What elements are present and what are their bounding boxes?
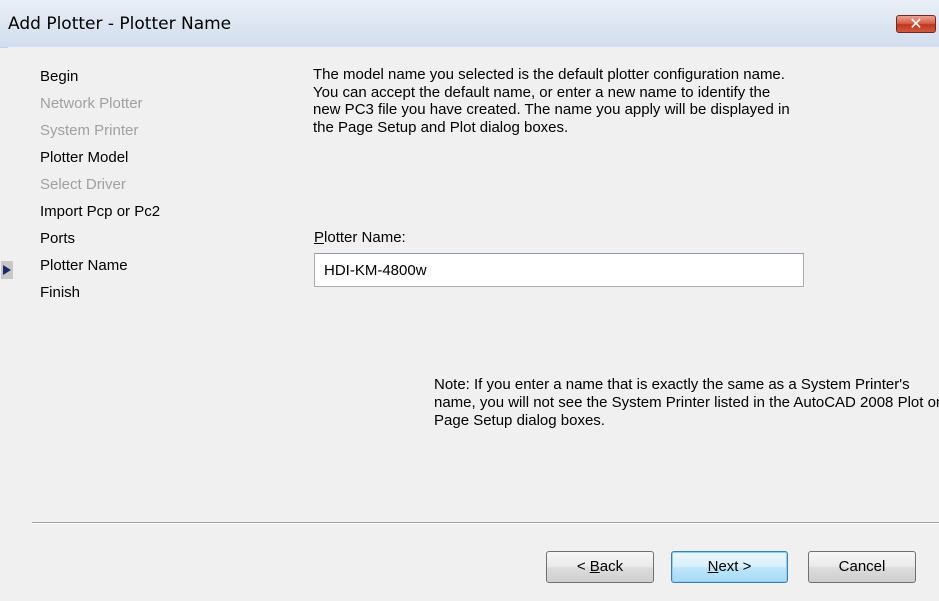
cancel-button[interactable]: Cancel (808, 551, 916, 583)
note-text: Note: If you enter a name that is exactl… (434, 376, 939, 429)
wizard-steps: Begin Network Plotter System Printer Plo… (40, 63, 160, 306)
step-select-driver: Select Driver (40, 176, 126, 193)
plotter-name-input[interactable] (314, 253, 804, 287)
next-rest: ext > (718, 558, 752, 575)
step-begin: Begin (40, 68, 79, 85)
mnemonic: P (314, 229, 325, 246)
plotter-name-label: Plotter Name: (314, 229, 406, 246)
step-system-printer: System Printer (40, 122, 139, 139)
step-plotter-model: Plotter Model (40, 149, 129, 166)
next-mnemonic: N (707, 558, 719, 575)
step-plotter-name: Plotter Name (40, 257, 128, 274)
next-button[interactable]: Next > (671, 551, 788, 583)
back-prefix: < (576, 558, 590, 575)
close-button[interactable]: ✕ (896, 14, 936, 33)
step-finish: Finish (40, 284, 81, 301)
dialog-body: Begin Network Plotter System Printer Plo… (1, 47, 939, 601)
separator (32, 522, 939, 524)
back-button[interactable]: < Back (546, 551, 654, 583)
close-icon: ✕ (909, 14, 923, 33)
step-network-plotter: Network Plotter (40, 95, 143, 112)
step-ports: Ports (40, 230, 76, 247)
arrow-right-icon (1, 261, 13, 279)
label-rest: lotter Name: (324, 229, 406, 246)
title-bar: Add Plotter - Plotter Name ✕ (0, 0, 939, 48)
step-import-pcp: Import Pcp or Pc2 (40, 203, 161, 220)
back-mnemonic: B (589, 558, 600, 575)
window-title: Add Plotter - Plotter Name (8, 14, 232, 34)
description-text: The model name you selected is the defau… (313, 66, 790, 136)
back-rest: ack (599, 558, 624, 575)
